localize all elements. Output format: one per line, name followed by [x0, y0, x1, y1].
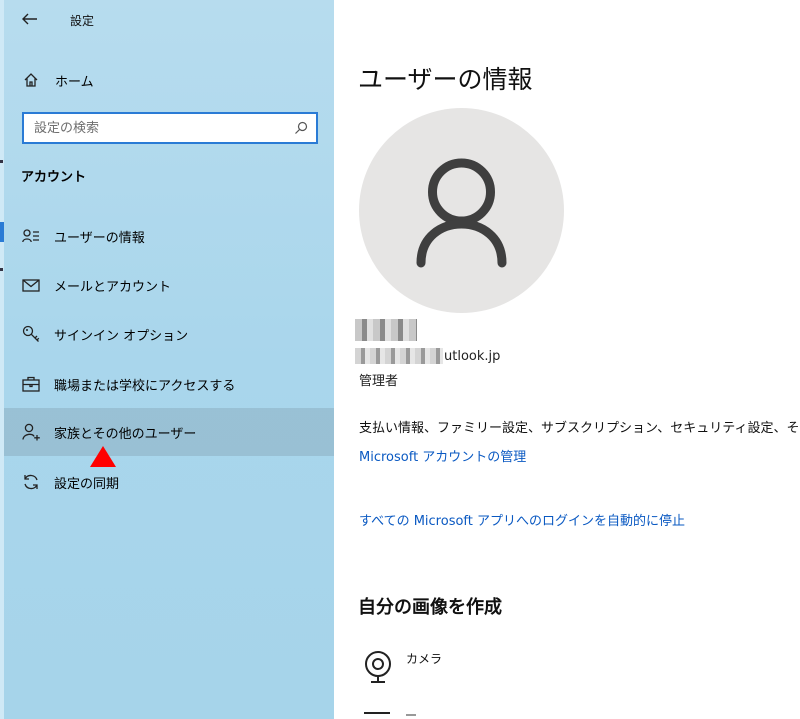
- sidebar: 設定 ホーム アカウント ユーザーの情報 メールとアカウント: [0, 0, 334, 719]
- title-bar: 設定: [0, 0, 334, 42]
- user-info-icon: [22, 229, 39, 243]
- user-role: 管理者: [359, 374, 399, 389]
- sidebar-item-label: 家族とその他のユーザー: [54, 427, 197, 442]
- home-label: ホーム: [55, 75, 94, 90]
- sidebar-item-email-accounts[interactable]: メールとアカウント: [4, 261, 334, 309]
- person-icon: [416, 158, 507, 268]
- sidebar-item-label: サインイン オプション: [54, 329, 189, 344]
- email-blurred: [355, 348, 443, 364]
- manage-account-link[interactable]: Microsoft アカウントの管理: [359, 446, 526, 465]
- sidebar-item-label: 設定の同期: [54, 477, 120, 492]
- edge-dot: [0, 268, 3, 271]
- sidebar-item-label: メールとアカウント: [54, 280, 172, 295]
- back-button[interactable]: [12, 6, 48, 34]
- edge-dot: [0, 160, 3, 163]
- mail-icon: [22, 279, 40, 292]
- search-icon[interactable]: [294, 121, 308, 135]
- briefcase-icon: [22, 376, 40, 392]
- back-arrow-icon: [22, 13, 37, 25]
- sidebar-item-label: ユーザーの情報: [54, 231, 145, 246]
- key-icon: [22, 325, 40, 342]
- create-picture-heading: 自分の画像を作成: [358, 597, 502, 618]
- home-button[interactable]: ホーム: [12, 64, 312, 96]
- browse-icon: [406, 714, 416, 719]
- sync-icon: [24, 474, 38, 490]
- billing-info-text: 支払い情報、ファミリー設定、サブスクリプション、セキュリティ設定、その他: [359, 421, 800, 436]
- page-title: ユーザーの情報: [358, 65, 533, 94]
- search-box[interactable]: [22, 112, 318, 144]
- sidebar-item-label: 職場または学校にアクセスする: [54, 379, 236, 394]
- app-title: 設定: [70, 14, 95, 28]
- sidebar-item-work-school[interactable]: 職場または学校にアクセスする: [4, 360, 334, 408]
- camera-icon: [365, 651, 391, 683]
- home-icon: [24, 73, 38, 87]
- person-add-icon: [22, 423, 40, 441]
- sidebar-item-your-info[interactable]: ユーザーの情報: [4, 212, 334, 260]
- search-input[interactable]: [34, 119, 284, 137]
- camera-label: カメラ: [406, 652, 443, 666]
- user-email: utlook.jp: [444, 349, 501, 364]
- main-content: ユーザーの情報 utlook.jp 管理者 支払い情報、ファミリー設定、サブスク…: [334, 0, 800, 719]
- stop-signin-link[interactable]: すべての Microsoft アプリへのログインを自動的に停止: [359, 510, 685, 529]
- user-name-blurred: [355, 319, 417, 341]
- sidebar-item-sign-in-options[interactable]: サインイン オプション: [4, 310, 334, 358]
- browse-icon: [364, 712, 390, 719]
- avatar: [359, 108, 564, 313]
- sidebar-item-sync-settings[interactable]: 設定の同期: [4, 458, 334, 506]
- section-title: アカウント: [21, 170, 87, 185]
- camera-button[interactable]: カメラ: [358, 642, 558, 692]
- sidebar-item-family-other-users[interactable]: 家族とその他のユーザー: [4, 408, 334, 456]
